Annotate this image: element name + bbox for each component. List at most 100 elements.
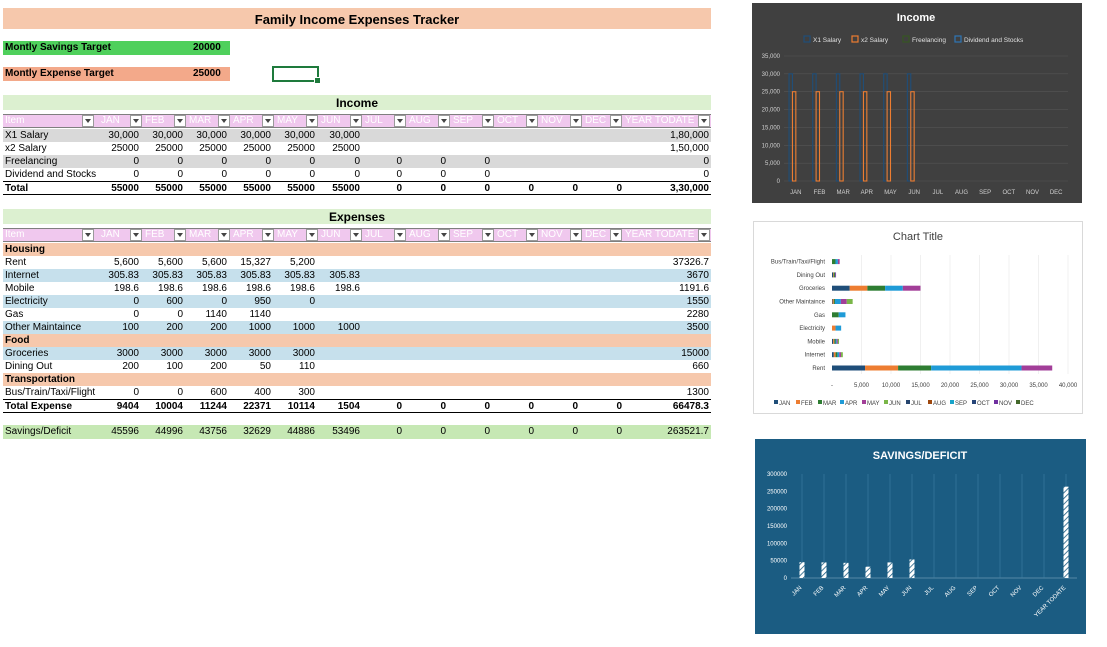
- cell-nov[interactable]: [534, 347, 578, 360]
- cell-jul[interactable]: 0: [358, 400, 402, 413]
- cell-feb[interactable]: 44996: [139, 425, 183, 438]
- filter-dropdown-icon[interactable]: [698, 115, 710, 127]
- cell-apr[interactable]: 950: [227, 295, 271, 308]
- cell-jan[interactable]: 200: [95, 360, 139, 373]
- cell-jan[interactable]: 55000: [95, 182, 139, 195]
- cell-aug[interactable]: [402, 360, 446, 373]
- filter-dropdown-icon[interactable]: [130, 229, 142, 241]
- cell-jun[interactable]: 1000: [316, 321, 360, 334]
- cell-aug[interactable]: [402, 256, 446, 269]
- cell-mar[interactable]: 200: [183, 321, 227, 334]
- filter-dropdown-icon[interactable]: [438, 229, 450, 241]
- cell-sep[interactable]: [446, 295, 490, 308]
- category-row[interactable]: Transportation: [3, 373, 711, 386]
- cell-mar[interactable]: 1140: [183, 308, 227, 321]
- cell-jan[interactable]: 0: [95, 155, 139, 168]
- cell-apr[interactable]: 22371: [227, 400, 271, 413]
- cell-jan[interactable]: 0: [95, 308, 139, 321]
- cell-jun[interactable]: [316, 360, 360, 373]
- cell-feb[interactable]: 198.6: [139, 282, 183, 295]
- cell-apr[interactable]: 30,000: [227, 129, 271, 142]
- cell-may[interactable]: 10114: [271, 400, 315, 413]
- filter-dropdown-icon[interactable]: [218, 229, 230, 241]
- cell-dec[interactable]: 0: [578, 182, 622, 195]
- cell-dec[interactable]: [578, 269, 622, 282]
- table-row[interactable]: Other Maintaince 100 200 200 1000 1000 1000 350…: [3, 321, 711, 334]
- cell-dec[interactable]: [578, 386, 622, 399]
- savings-target-value[interactable]: 20000: [193, 41, 230, 55]
- filter-dropdown-icon[interactable]: [350, 229, 362, 241]
- cell-jan[interactable]: 198.6: [95, 282, 139, 295]
- expense-target-row[interactable]: Montly Expense Target 25000: [3, 67, 230, 81]
- cell-dec[interactable]: [578, 360, 622, 373]
- cell-oct[interactable]: [490, 386, 534, 399]
- cell-feb[interactable]: 5,600: [139, 256, 183, 269]
- cell-feb[interactable]: 0: [139, 386, 183, 399]
- cell-mar[interactable]: 600: [183, 386, 227, 399]
- cell-nov[interactable]: 0: [534, 400, 578, 413]
- cell-dec[interactable]: [578, 155, 622, 168]
- cell-apr[interactable]: 15,327: [227, 256, 271, 269]
- cell-jul[interactable]: 0: [358, 168, 402, 181]
- cell-dec[interactable]: [578, 282, 622, 295]
- cell-nov[interactable]: [534, 321, 578, 334]
- cell-sep[interactable]: [446, 321, 490, 334]
- income-chart[interactable]: Income X1 Salary x2 Salary Freelancing Divid…: [752, 3, 1082, 203]
- cell-jul[interactable]: 0: [358, 155, 402, 168]
- cell-sep[interactable]: [446, 142, 490, 155]
- cell-oct[interactable]: [490, 168, 534, 181]
- cell-mar[interactable]: 200: [183, 360, 227, 373]
- cell-nov[interactable]: [534, 282, 578, 295]
- table-row[interactable]: Groceries 3000 3000 3000 3000 3000 15000: [3, 347, 711, 360]
- table-row[interactable]: Mobile 198.6 198.6 198.6 198.6 198.6 198.6 1191…: [3, 282, 711, 295]
- cell-jul[interactable]: [358, 321, 402, 334]
- cell-oct[interactable]: [490, 321, 534, 334]
- cell-may[interactable]: 305.83: [271, 269, 315, 282]
- cell-mar[interactable]: 0: [183, 295, 227, 308]
- cell-jun[interactable]: [316, 256, 360, 269]
- cell-sep[interactable]: 0: [446, 168, 490, 181]
- cell-feb[interactable]: 3000: [139, 347, 183, 360]
- cell-mar[interactable]: 5,600: [183, 256, 227, 269]
- cell-dec[interactable]: [578, 168, 622, 181]
- cell-mar[interactable]: 0: [183, 168, 227, 181]
- cell-jan[interactable]: 30,000: [95, 129, 139, 142]
- cell-dec[interactable]: [578, 142, 622, 155]
- cell-jul[interactable]: [358, 269, 402, 282]
- cell-feb[interactable]: 30,000: [139, 129, 183, 142]
- cell-nov[interactable]: [534, 256, 578, 269]
- cell-sep[interactable]: [446, 360, 490, 373]
- cell-feb[interactable]: 0: [139, 168, 183, 181]
- cell-apr[interactable]: 25000: [227, 142, 271, 155]
- table-row[interactable]: Freelancing 0 0 0 0 0 0 0 0 0 0: [3, 155, 711, 168]
- cell-may[interactable]: [271, 308, 315, 321]
- cell-jan[interactable]: 25000: [95, 142, 139, 155]
- cell-year-todate[interactable]: 3670: [629, 269, 709, 282]
- cell-apr[interactable]: 0: [227, 155, 271, 168]
- cell-oct[interactable]: [490, 295, 534, 308]
- cell-year-todate[interactable]: 1300: [629, 386, 709, 399]
- cell-may[interactable]: 55000: [271, 182, 315, 195]
- cell-sep[interactable]: [446, 347, 490, 360]
- cell-jun[interactable]: 305.83: [316, 269, 360, 282]
- cell-dec[interactable]: [578, 295, 622, 308]
- cell-mar[interactable]: 43756: [183, 425, 227, 438]
- filter-dropdown-icon[interactable]: [610, 229, 622, 241]
- cell-apr[interactable]: 50: [227, 360, 271, 373]
- cell-apr[interactable]: 3000: [227, 347, 271, 360]
- selected-cell[interactable]: [272, 66, 321, 84]
- cell-aug[interactable]: [402, 321, 446, 334]
- cell-oct[interactable]: [490, 308, 534, 321]
- filter-dropdown-icon[interactable]: [394, 229, 406, 241]
- cell-jun[interactable]: 0: [316, 168, 360, 181]
- cell-oct[interactable]: [490, 269, 534, 282]
- cell-oct[interactable]: [490, 347, 534, 360]
- table-row[interactable]: Bus/Train/Taxi/Flight 0 0 600 400 300 1300: [3, 386, 711, 399]
- cell-may[interactable]: 44886: [271, 425, 315, 438]
- cell-jun[interactable]: 30,000: [316, 129, 360, 142]
- cell-aug[interactable]: 0: [402, 155, 446, 168]
- cell-jun[interactable]: [316, 386, 360, 399]
- cell-jun[interactable]: [316, 308, 360, 321]
- income-total-row[interactable]: Total 55000 55000 55000 55000 55000 55000 0 0 0 0 0…: [3, 181, 711, 195]
- cell-aug[interactable]: [402, 295, 446, 308]
